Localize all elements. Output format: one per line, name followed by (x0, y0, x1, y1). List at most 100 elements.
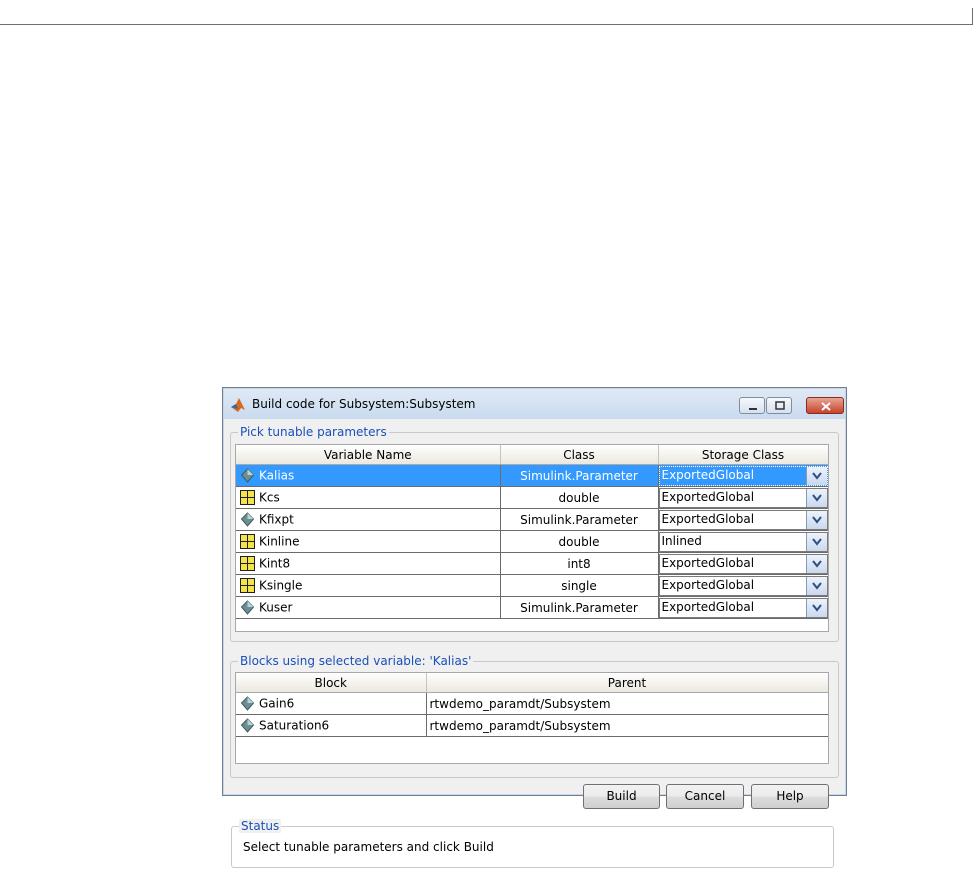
storage-class-select[interactable]: ExportedGlobal (658, 487, 828, 508)
dropdown-arrow-button[interactable] (805, 488, 827, 507)
title-bar[interactable]: Build code for Subsystem:Subsystem (224, 389, 845, 419)
storage-class-cell[interactable]: ExportedGlobal (658, 486, 828, 509)
parameter-row[interactable]: Kint8 int8 ExportedGlobal (236, 552, 828, 575)
column-header-parent[interactable]: Parent (426, 673, 828, 693)
parameter-row[interactable]: Kuser Simulink.Parameter ExportedGlobal (236, 596, 828, 619)
storage-class-cell[interactable]: ExportedGlobal (658, 464, 828, 487)
parameters-table: Variable Name Class Storage Class Kalias… (235, 444, 829, 632)
variable-name-cell[interactable]: Kfixpt (236, 508, 501, 531)
block-row[interactable]: Gain6 rtwdemo_paramdt/Subsystem (236, 692, 828, 715)
variable-name: Kint8 (259, 556, 291, 571)
storage-class-value: ExportedGlobal (661, 489, 755, 504)
parent-cell[interactable]: rtwdemo_paramdt/Subsystem (426, 692, 828, 715)
build-button[interactable]: Build (583, 784, 660, 809)
numeric-variable-icon (240, 490, 255, 505)
dropdown-arrow-button[interactable] (805, 532, 827, 551)
block-row[interactable]: Saturation6 rtwdemo_paramdt/Subsystem (236, 714, 828, 737)
variable-name-cell[interactable]: Kuser (236, 596, 501, 619)
storage-class-select[interactable]: ExportedGlobal (658, 553, 828, 574)
cancel-button[interactable]: Cancel (666, 784, 744, 809)
storage-class-cell[interactable]: ExportedGlobal (658, 552, 828, 575)
class-cell[interactable]: single (500, 574, 659, 597)
status-legend: Status (239, 819, 282, 833)
numeric-variable-icon (240, 556, 255, 571)
parameter-object-icon (240, 696, 255, 711)
variable-name-cell[interactable]: Kalias (236, 464, 501, 487)
parameter-row[interactable]: Kinline double Inlined (236, 530, 828, 553)
blocks-legend: Blocks using selected variable: 'Kalias' (238, 654, 474, 668)
parameter-object-icon (240, 600, 255, 615)
storage-class-select[interactable]: ExportedGlobal (658, 575, 828, 596)
dialog-title: Build code for Subsystem:Subsystem (252, 397, 476, 411)
class-cell[interactable]: int8 (500, 552, 659, 575)
numeric-variable-icon (240, 578, 255, 593)
class-cell[interactable]: Simulink.Parameter (500, 464, 659, 487)
parameter-row[interactable]: Kalias Simulink.Parameter ExportedGlobal (236, 464, 828, 487)
parameter-object-icon (240, 512, 255, 527)
blocks-table: Block Parent Gain6 rtwdemo_paramdt/Subsys… (235, 672, 829, 764)
maximize-button[interactable] (766, 397, 792, 414)
variable-name-cell[interactable]: Kcs (236, 486, 501, 509)
variable-name: Kfixpt (259, 512, 294, 527)
chevron-down-icon (811, 581, 822, 590)
variable-name-cell[interactable]: Ksingle (236, 574, 501, 597)
parameter-object-icon (240, 468, 255, 483)
class-cell[interactable]: Simulink.Parameter (500, 508, 659, 531)
numeric-variable-icon (240, 534, 255, 549)
chevron-down-icon (811, 471, 822, 480)
block-name: Saturation6 (259, 718, 330, 733)
variable-name-cell[interactable]: Kinline (236, 530, 501, 553)
blocks-header-row: Block Parent (236, 673, 828, 693)
chevron-down-icon (811, 603, 822, 612)
storage-class-select[interactable]: ExportedGlobal (658, 465, 828, 486)
parameter-object-icon (240, 718, 255, 733)
parameter-row[interactable]: Ksingle single ExportedGlobal (236, 574, 828, 597)
storage-class-value: ExportedGlobal (661, 511, 755, 526)
storage-class-select[interactable]: ExportedGlobal (658, 509, 828, 530)
tunable-parameters-legend: Pick tunable parameters (238, 425, 389, 439)
parent-cell[interactable]: rtwdemo_paramdt/Subsystem (426, 714, 828, 737)
parameter-row[interactable]: Kcs double ExportedGlobal (236, 486, 828, 509)
storage-class-value: ExportedGlobal (661, 555, 755, 570)
variable-name-cell[interactable]: Kint8 (236, 552, 501, 575)
chevron-down-icon (811, 537, 822, 546)
storage-class-value: ExportedGlobal (661, 577, 755, 592)
variable-name: Kinline (259, 534, 300, 549)
storage-class-cell[interactable]: ExportedGlobal (658, 508, 828, 531)
column-header-class[interactable]: Class (500, 445, 659, 465)
class-cell[interactable]: double (500, 486, 659, 509)
block-cell[interactable]: Gain6 (236, 692, 427, 715)
storage-class-select[interactable]: ExportedGlobal (658, 597, 828, 618)
minimize-button[interactable] (739, 397, 765, 414)
dropdown-arrow-button[interactable] (805, 466, 827, 485)
variable-name: Kalias (259, 468, 295, 483)
chevron-down-icon (811, 559, 822, 568)
storage-class-cell[interactable]: ExportedGlobal (658, 574, 828, 597)
parameters-header-row: Variable Name Class Storage Class (236, 445, 828, 465)
storage-class-select[interactable]: Inlined (658, 531, 828, 552)
column-header-block[interactable]: Block (236, 673, 427, 693)
parameter-row[interactable]: Kfixpt Simulink.Parameter ExportedGlobal (236, 508, 828, 531)
chevron-down-icon (811, 493, 822, 502)
dropdown-arrow-button[interactable] (805, 510, 827, 529)
matlab-logo-icon (230, 397, 246, 413)
variable-name: Ksingle (259, 578, 303, 593)
storage-class-cell[interactable]: Inlined (658, 530, 828, 553)
storage-class-value: ExportedGlobal (661, 467, 755, 482)
dropdown-arrow-button[interactable] (805, 554, 827, 573)
page-top-border (0, 0, 973, 25)
help-button[interactable]: Help (751, 784, 829, 809)
class-cell[interactable]: Simulink.Parameter (500, 596, 659, 619)
dropdown-arrow-button[interactable] (805, 598, 827, 617)
block-cell[interactable]: Saturation6 (236, 714, 427, 737)
storage-class-value: Inlined (661, 533, 702, 548)
variable-name: Kcs (259, 490, 280, 505)
block-name: Gain6 (259, 696, 295, 711)
class-cell[interactable]: double (500, 530, 659, 553)
storage-class-cell[interactable]: ExportedGlobal (658, 596, 828, 619)
column-header-variable-name[interactable]: Variable Name (236, 445, 501, 465)
column-header-storage-class[interactable]: Storage Class (658, 445, 828, 465)
dropdown-arrow-button[interactable] (805, 576, 827, 595)
storage-class-value: ExportedGlobal (661, 599, 755, 614)
close-button[interactable] (806, 397, 844, 414)
